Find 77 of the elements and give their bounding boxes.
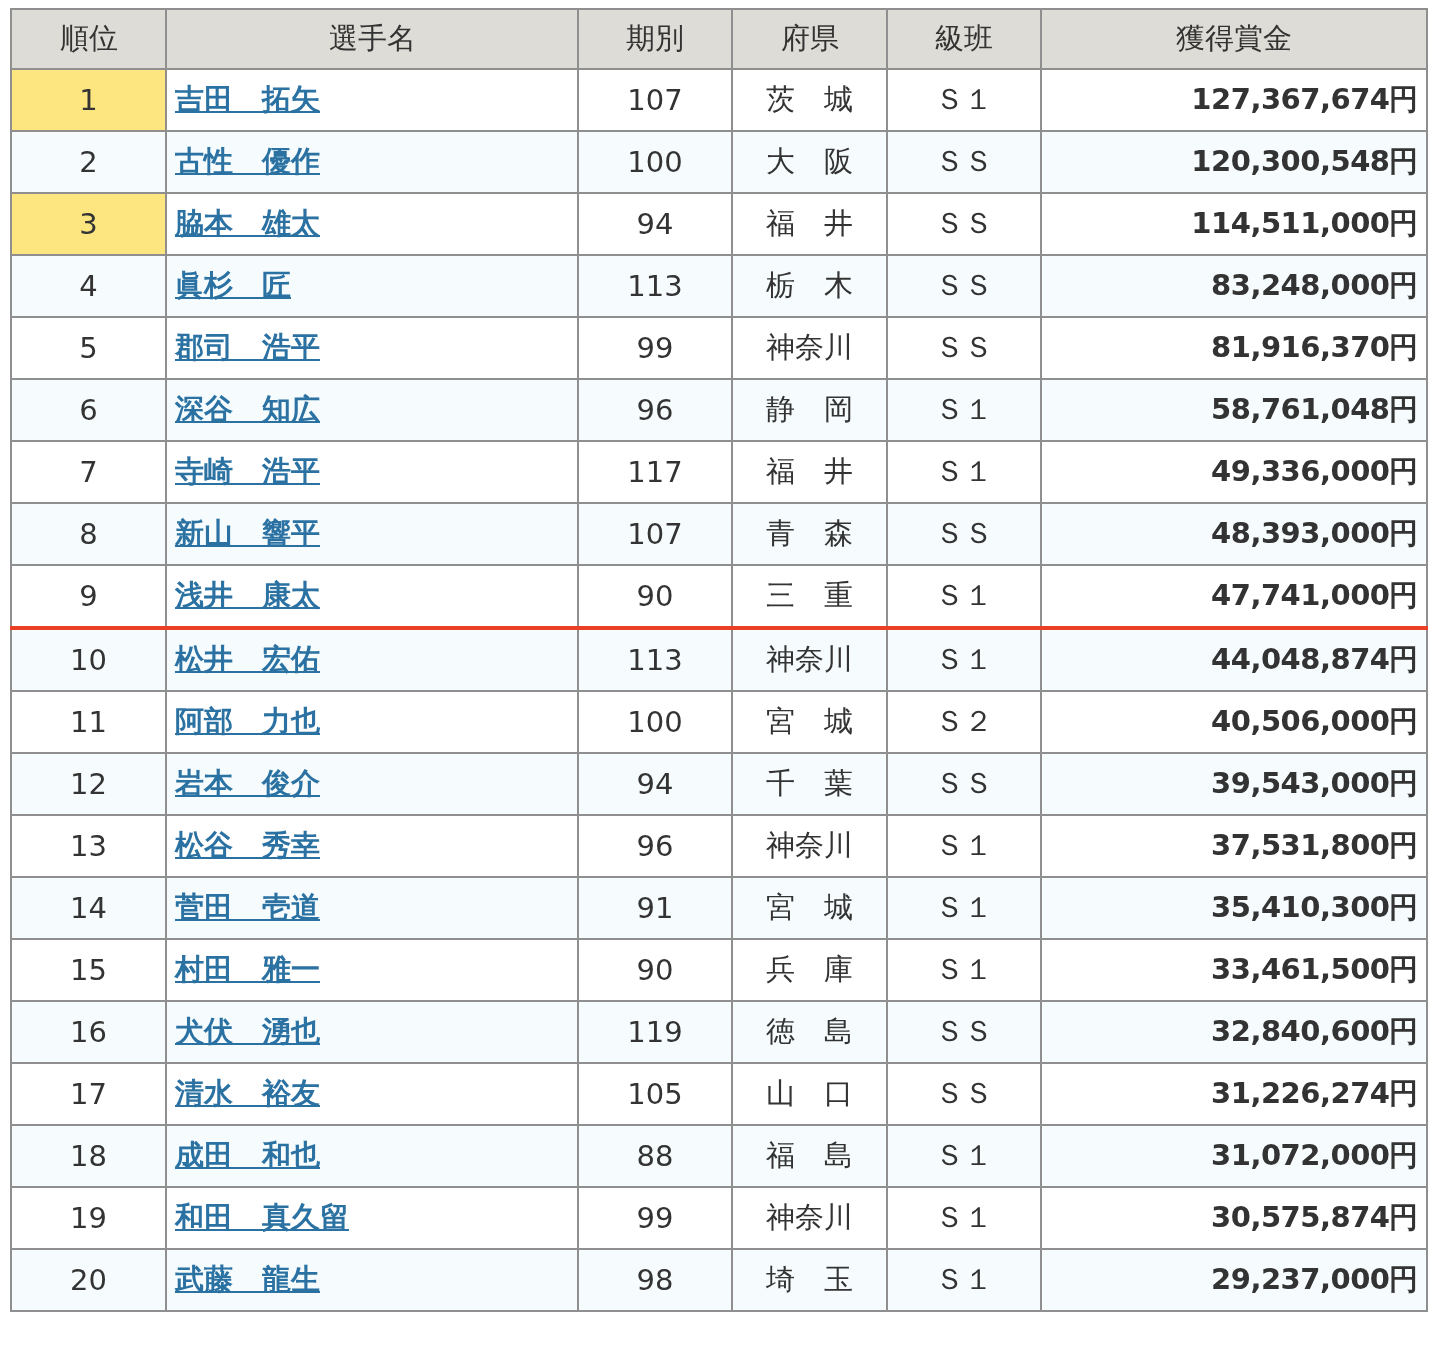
table-cell: 青 森 [732,503,887,565]
table-cell: 98 [578,1249,732,1311]
rider-name-link[interactable]: 松谷 秀幸 [175,828,320,862]
table-cell: 119 [578,1001,732,1063]
table-cell: ＳＳ [887,753,1041,815]
rider-name-link[interactable]: 清水 裕友 [175,1076,320,1110]
table-cell: 96 [578,379,732,441]
table-cell: Ｓ１ [887,628,1041,691]
rider-name-link[interactable]: 犬伏 湧也 [175,1014,320,1048]
table-cell: 福 島 [732,1125,887,1187]
rider-name-link[interactable]: 郡司 浩平 [175,330,320,364]
rider-name-link[interactable]: 浅井 康太 [175,578,320,612]
rider-name-link[interactable]: 村田 雅一 [175,952,320,986]
rider-name-link[interactable]: 深谷 知広 [175,392,320,426]
rider-name-link[interactable]: 阿部 力也 [175,704,320,738]
column-header: 級班 [887,9,1041,69]
prize-cell: 83,248,000円 [1041,255,1427,317]
rider-name-link[interactable]: 菅田 壱道 [175,890,320,924]
rider-name-link[interactable]: 脇本 雄太 [175,206,320,240]
rank-cell: 14 [11,877,166,939]
prize-cell: 32,840,600円 [1041,1001,1427,1063]
rank-cell: 3 [11,193,166,255]
table-cell: 113 [578,628,732,691]
rider-name-link[interactable]: 吉田 拓矢 [175,82,320,116]
rank-cell: 4 [11,255,166,317]
rider-name-link[interactable]: 武藤 龍生 [175,1262,320,1296]
rank-cell: 6 [11,379,166,441]
table-cell: 113 [578,255,732,317]
table-cell: 94 [578,753,732,815]
table-cell: 徳 島 [732,1001,887,1063]
rider-name-link[interactable]: 眞杉 匠 [175,268,291,302]
prize-cell: 39,543,000円 [1041,753,1427,815]
rider-name-link[interactable]: 松井 宏佑 [175,642,320,676]
table-cell: 宮 城 [732,877,887,939]
table-cell: 大 阪 [732,131,887,193]
prize-cell: 29,237,000円 [1041,1249,1427,1311]
table-cell: ＳＳ [887,503,1041,565]
table-cell: ＳＳ [887,131,1041,193]
column-header: 府県 [732,9,887,69]
table-cell: Ｓ１ [887,1249,1041,1311]
table-cell: 栃 木 [732,255,887,317]
table-cell: 埼 玉 [732,1249,887,1311]
prize-cell: 31,072,000円 [1041,1125,1427,1187]
rank-cell: 20 [11,1249,166,1311]
rider-name-link[interactable]: 新山 響平 [175,516,320,550]
rider-name-link[interactable]: 寺崎 浩平 [175,454,320,488]
table-cell: ＳＳ [887,1001,1041,1063]
prize-cell: 35,410,300円 [1041,877,1427,939]
rank-cell: 10 [11,628,166,691]
rank-cell: 2 [11,131,166,193]
rider-name-link[interactable]: 成田 和也 [175,1138,320,1172]
table-cell: ＳＳ [887,255,1041,317]
column-header: 期別 [578,9,732,69]
prize-cell: 120,300,548円 [1041,131,1427,193]
prize-cell: 48,393,000円 [1041,503,1427,565]
rider-name-link[interactable]: 岩本 俊介 [175,766,320,800]
table-cell: Ｓ１ [887,1125,1041,1187]
table-cell: 神奈川 [732,628,887,691]
rank-cell: 16 [11,1001,166,1063]
table-cell: 100 [578,131,732,193]
rank-cell: 8 [11,503,166,565]
table-cell: 88 [578,1125,732,1187]
prize-cell: 58,761,048円 [1041,379,1427,441]
table-cell: 107 [578,503,732,565]
rider-name-link[interactable]: 古性 優作 [175,144,320,178]
column-header: 獲得賞金 [1041,9,1427,69]
table-cell: 91 [578,877,732,939]
column-header: 選手名 [166,9,578,69]
table-cell: Ｓ１ [887,379,1041,441]
table-cell: 千 葉 [732,753,887,815]
rank-cell: 18 [11,1125,166,1187]
rank-cell: 1 [11,69,166,131]
table-cell: 静 岡 [732,379,887,441]
rank-cell: 12 [11,753,166,815]
table-cell: Ｓ１ [887,877,1041,939]
prize-cell: 44,048,874円 [1041,628,1427,691]
column-header: 順位 [11,9,166,69]
